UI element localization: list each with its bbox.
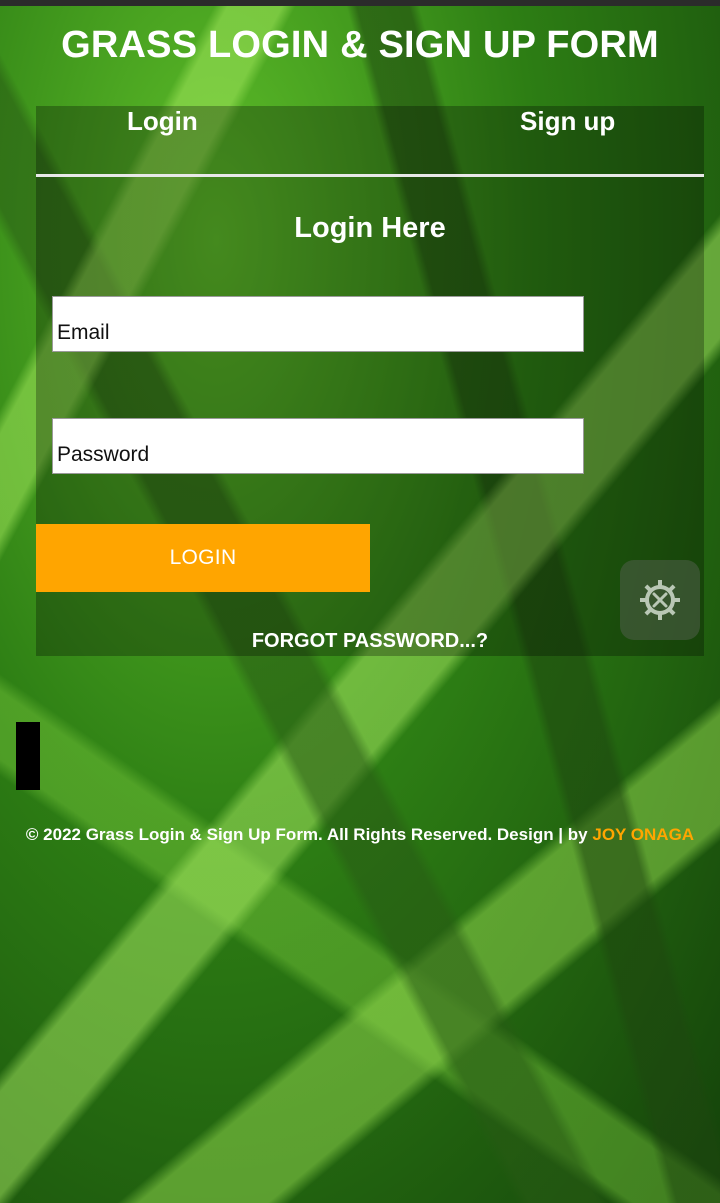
settings-floating-button[interactable] <box>620 560 700 640</box>
password-field[interactable]: Password <box>52 418 584 474</box>
footer-copyright: © 2022 Grass Login & Sign Up Form. All R… <box>0 825 720 845</box>
form-panel: Login Sign up Login Here Email Password … <box>36 106 704 656</box>
forgot-password-link[interactable]: FORGOT PASSWORD...? <box>36 630 704 653</box>
email-field[interactable]: Email <box>52 296 584 352</box>
page-title: GRASS LOGIN & SIGN UP FORM <box>61 24 659 66</box>
side-edge-tab[interactable] <box>16 722 40 790</box>
footer-text: © 2022 Grass Login & Sign Up Form. All R… <box>25 825 593 844</box>
author-link[interactable]: JOY ONAGA <box>592 825 694 844</box>
settings-tools-icon <box>640 580 680 620</box>
tab-login[interactable]: Login <box>127 106 198 137</box>
form-heading: Login Here <box>294 212 446 244</box>
tab-signup[interactable]: Sign up <box>520 106 615 137</box>
tab-divider <box>36 174 704 177</box>
top-status-bar <box>0 0 720 6</box>
login-button[interactable]: LOGIN <box>36 524 370 592</box>
